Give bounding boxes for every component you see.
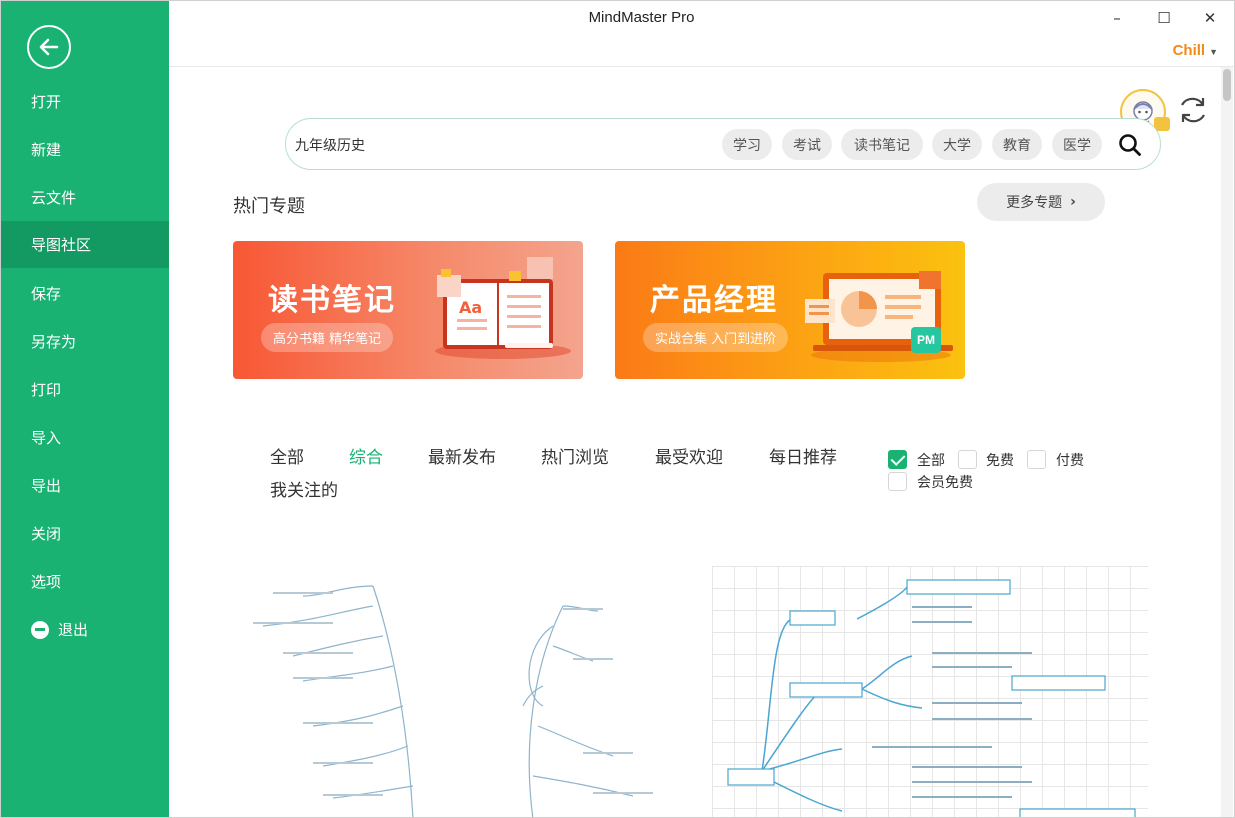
tab-hot[interactable]: 热门浏览 [541, 443, 609, 468]
mindmap-preview-image [727, 579, 1136, 817]
search-tag-medicine[interactable]: 医学 [1052, 129, 1102, 160]
checkbox-label: 会员免费 [917, 475, 973, 491]
close-button[interactable]: ✕ [1190, 6, 1230, 30]
maximize-button[interactable]: ☐ [1144, 6, 1184, 30]
sync-icon[interactable] [1176, 93, 1210, 127]
checkbox-label: 全部 [917, 453, 945, 469]
sidebar-item-export[interactable]: 导出 [1, 462, 169, 509]
checkbox-label: 付费 [1056, 453, 1084, 469]
search-tag-education[interactable]: 教育 [992, 129, 1042, 160]
checkbox-all[interactable] [888, 450, 907, 469]
minimize-button[interactable]: – [1097, 6, 1137, 30]
user-name: Chill [1172, 42, 1206, 59]
mindmap-thumbnail[interactable] [233, 566, 669, 817]
search-bar: 学习 考试 读书笔记 大学 教育 医学 [285, 118, 1161, 170]
search-tag-exam[interactable]: 考试 [782, 129, 832, 160]
banner-reading-notes[interactable]: 读书笔记 高分书籍 精华笔记 Aa [233, 241, 583, 379]
pm-badge: PM [911, 327, 941, 353]
search-tag-reading-notes[interactable]: 读书笔记 [841, 129, 923, 160]
sidebar-item-print[interactable]: 打印 [1, 366, 169, 413]
user-menu[interactable]: Chill ▼ [1173, 42, 1218, 59]
book-illustration-icon: Aa [435, 257, 571, 359]
sidebar-item-community[interactable]: 导图社区 [1, 221, 169, 268]
sidebar-item-cloud-files[interactable]: 云文件 [1, 174, 169, 221]
tab-following[interactable]: 我关注的 [270, 476, 338, 501]
back-button[interactable] [27, 25, 71, 69]
sidebar-item-label: 关闭 [31, 525, 62, 543]
search-input[interactable] [295, 133, 695, 157]
tab-comprehensive[interactable]: 综合 [349, 443, 383, 468]
sidebar-item-new[interactable]: 新建 [1, 126, 169, 173]
search-tag-university[interactable]: 大学 [932, 129, 982, 160]
svg-text:Aa: Aa [459, 298, 482, 317]
sidebar-item-save[interactable]: 保存 [1, 270, 169, 317]
sidebar-item-open[interactable]: 打开 [1, 78, 169, 125]
sidebar-item-options[interactable]: 选项 [1, 558, 169, 605]
minus-circle-icon [31, 620, 49, 639]
sidebar-item-label: 导入 [31, 429, 62, 447]
checkbox-free[interactable] [958, 450, 977, 469]
sidebar-item-label: 打开 [31, 93, 62, 111]
sidebar-item-label: 保存 [31, 285, 62, 303]
more-topics-label: 更多专题 [1006, 195, 1063, 211]
sidebar-item-label: 打印 [31, 381, 62, 399]
tab-all[interactable]: 全部 [270, 443, 304, 468]
tab-popular[interactable]: 最受欢迎 [655, 443, 723, 468]
sidebar: 打开 新建 云文件 导图社区 保存 另存为 打印 导入 导出 关闭 选项 退出 [1, 1, 169, 817]
sidebar-item-close[interactable]: 关闭 [1, 510, 169, 557]
sidebar-item-label: 导出 [31, 477, 62, 495]
caret-down-icon: ▼ [1209, 47, 1218, 57]
tab-daily[interactable]: 每日推荐 [769, 443, 837, 468]
window-title: MindMaster Pro [588, 9, 695, 26]
sidebar-item-label: 新建 [31, 141, 62, 159]
sidebar-item-save-as[interactable]: 另存为 [1, 318, 169, 365]
scrollbar-thumb[interactable] [1223, 69, 1231, 101]
more-topics-button[interactable]: 更多专题 › [977, 183, 1105, 221]
search-icon[interactable] [1118, 133, 1142, 157]
sidebar-item-label: 另存为 [31, 333, 77, 351]
mindmap-thumbnail[interactable] [712, 566, 1148, 817]
divider [169, 66, 1234, 67]
sidebar-item-label: 导图社区 [31, 236, 92, 254]
banner-subtitle: 高分书籍 精华笔记 [261, 323, 394, 352]
search-tag-study[interactable]: 学习 [722, 129, 772, 160]
sidebar-item-label: 云文件 [31, 189, 77, 207]
checkbox-label: 免费 [986, 453, 1014, 469]
section-title-hot-topics: 热门专题 [233, 196, 305, 217]
app-window: 打开 新建 云文件 导图社区 保存 另存为 打印 导入 导出 关闭 选项 退出 … [0, 0, 1235, 818]
vertical-scrollbar[interactable] [1221, 67, 1233, 817]
chevron-right-icon: › [1070, 194, 1076, 210]
tab-latest[interactable]: 最新发布 [428, 443, 496, 468]
banner-subtitle: 实战合集 入门到进阶 [643, 323, 789, 352]
checkbox-paid[interactable] [1027, 450, 1046, 469]
mindmap-preview-image [253, 585, 653, 817]
banner-title: 读书笔记 [268, 283, 396, 318]
arrow-left-icon [39, 38, 59, 56]
sidebar-item-import[interactable]: 导入 [1, 414, 169, 461]
banner-product-manager[interactable]: 产品经理 实战合集 入门到进阶 PM [615, 241, 965, 379]
sidebar-item-exit[interactable]: 退出 [1, 606, 169, 653]
checkbox-member-free[interactable] [888, 472, 907, 491]
banner-title: 产品经理 [650, 283, 778, 318]
sidebar-item-label: 退出 [58, 621, 89, 639]
sidebar-item-label: 选项 [31, 573, 62, 591]
